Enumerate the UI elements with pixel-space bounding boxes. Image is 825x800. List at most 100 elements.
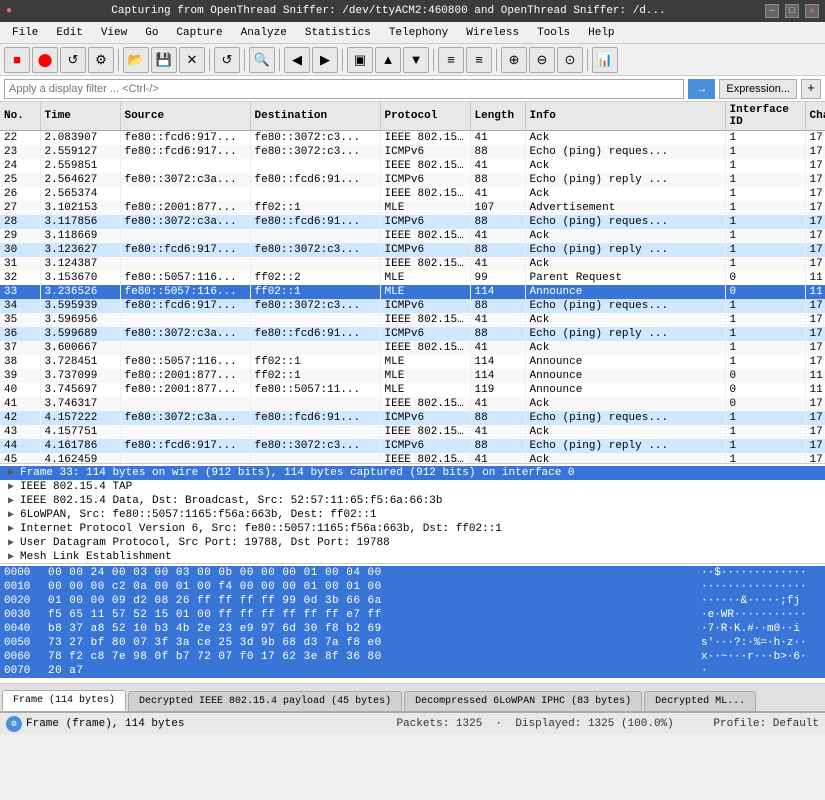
close-button[interactable]: ✕ [805, 4, 819, 18]
menu-item-capture[interactable]: Capture [168, 25, 230, 41]
options-button[interactable]: ⚙ [88, 47, 114, 73]
table-row[interactable]: 343.595939fe80::fcd6:917...fe80::3072:c3… [0, 299, 825, 313]
menu-item-go[interactable]: Go [137, 25, 166, 41]
table-row[interactable]: 353.596956IEEE 802.15.441Ack117 [0, 313, 825, 327]
table-row[interactable]: 383.728451fe80::5057:116...ff02::1MLE114… [0, 355, 825, 369]
bottom-tab-3[interactable]: Decrypted ML... [644, 691, 756, 711]
bottom-tab-0[interactable]: Frame (114 bytes) [2, 690, 126, 711]
table-row[interactable]: 333.236526fe80::5057:116...ff02::1MLE114… [0, 285, 825, 299]
detail-row[interactable]: ▶User Datagram Protocol, Src Port: 19788… [0, 536, 825, 550]
prev-marked-button[interactable]: ▲ [375, 47, 401, 73]
table-row[interactable]: 424.157222fe80::3072:c3a...fe80::fcd6:91… [0, 411, 825, 425]
col-header-len[interactable]: Length [470, 102, 525, 131]
hex-row[interactable]: 0040b8 37 a8 52 10 b3 4b 2e 23 e9 97 6d … [0, 622, 825, 636]
minimize-button[interactable]: ─ [765, 4, 779, 18]
table-row[interactable]: 393.737099fe80::2001:877...ff02::1MLE114… [0, 369, 825, 383]
start-capture-button[interactable]: ⬤ [32, 47, 58, 73]
table-row[interactable]: 413.746317IEEE 802.15.441Ack017 [0, 397, 825, 411]
table-row[interactable]: 222.083907fe80::fcd6:917...fe80::3072:c3… [0, 131, 825, 146]
table-cell-no-: 41 [0, 397, 40, 411]
bottom-tab-2[interactable]: Decompressed 6LoWPAN IPHC (83 bytes) [404, 691, 642, 711]
menu-item-view[interactable]: View [93, 25, 135, 41]
col-header-iface[interactable]: Interface ID [725, 102, 805, 131]
bottom-tab-1[interactable]: Decrypted IEEE 802.15.4 payload (45 byte… [128, 691, 402, 711]
table-cell-channel: 17 [805, 411, 825, 425]
reload-button[interactable]: ↺ [214, 47, 240, 73]
hex-row[interactable]: 002001 00 00 09 d2 08 26 ff ff ff ff 99 … [0, 594, 825, 608]
table-cell-destination: ff02::1 [250, 369, 380, 383]
table-row[interactable]: 232.559127fe80::fcd6:917...fe80::3072:c3… [0, 145, 825, 159]
col-header-info[interactable]: Info [525, 102, 725, 131]
table-row[interactable]: 313.124387IEEE 802.15.441Ack117 [0, 257, 825, 271]
go-back-button[interactable]: ◀ [284, 47, 310, 73]
find-packet-button[interactable]: 🔍 [249, 47, 275, 73]
apply-filter-button[interactable]: → [688, 79, 715, 99]
zoom-in-button[interactable]: ⊕ [501, 47, 527, 73]
menu-item-analyze[interactable]: Analyze [233, 25, 295, 41]
maximize-button[interactable]: □ [785, 4, 799, 18]
col-header-time[interactable]: Time [40, 102, 120, 131]
detail-row[interactable]: ▶6LoWPAN, Src: fe80::5057:1165:f56a:663b… [0, 508, 825, 522]
table-row[interactable]: 454.162459IEEE 802.15.441Ack117 [0, 453, 825, 464]
hex-row[interactable]: 006078 f2 c8 7e 98 0f b7 72 07 f0 17 62 … [0, 650, 825, 664]
add-filter-button[interactable]: + [801, 79, 821, 99]
table-row[interactable]: 403.745697fe80::2001:877...fe80::5057:11… [0, 383, 825, 397]
col-header-ch[interactable]: Channel [805, 102, 825, 131]
menu-item-edit[interactable]: Edit [48, 25, 90, 41]
table-row[interactable]: 293.118669IEEE 802.15.441Ack117 [0, 229, 825, 243]
detail-row[interactable]: ▶Frame 33: 114 bytes on wire (912 bits),… [0, 466, 825, 480]
col-header-no[interactable]: No. [0, 102, 40, 131]
display-filter-input[interactable] [4, 79, 684, 99]
restart-button[interactable]: ↺ [60, 47, 86, 73]
io-graph-button[interactable]: 📊 [592, 47, 618, 73]
save-file-button[interactable]: 💾 [151, 47, 177, 73]
table-row[interactable]: 434.157751IEEE 802.15.441Ack117 [0, 425, 825, 439]
stop-capture-button[interactable]: ■ [4, 47, 30, 73]
menu-item-wireless[interactable]: Wireless [458, 25, 527, 41]
table-row[interactable]: 363.599689fe80::3072:c3a...fe80::fcd6:91… [0, 327, 825, 341]
table-cell-length: 99 [470, 271, 525, 285]
detail-row[interactable]: ▶IEEE 802.15.4 TAP [0, 480, 825, 494]
menu-item-help[interactable]: Help [580, 25, 622, 41]
table-row[interactable]: 252.564627fe80::3072:c3a...fe80::fcd6:91… [0, 173, 825, 187]
table-cell-info: Echo (ping) reply ... [525, 173, 725, 187]
go-forward-button[interactable]: ▶ [312, 47, 338, 73]
menu-item-telephony[interactable]: Telephony [381, 25, 456, 41]
table-row[interactable]: 323.153670fe80::5057:116...ff02::2MLE99P… [0, 271, 825, 285]
hex-row[interactable]: 005073 27 bf 80 07 3f 3a ce 25 3d 9b 68 … [0, 636, 825, 650]
expand-all-button[interactable]: ≡ [438, 47, 464, 73]
status-right: Packets: 1325 · Displayed: 1325 (100.0%)… [396, 718, 819, 730]
table-row[interactable]: 303.123627fe80::fcd6:917...fe80::3072:c3… [0, 243, 825, 257]
col-header-dst[interactable]: Destination [250, 102, 380, 131]
detail-row[interactable]: ▶Mesh Link Establishment [0, 550, 825, 564]
expression-button[interactable]: Expression... [719, 79, 797, 99]
table-row[interactable]: 273.102153fe80::2001:877...ff02::1MLE107… [0, 201, 825, 215]
mark-packet-button[interactable]: ▣ [347, 47, 373, 73]
table-row[interactable]: 262.565374IEEE 802.15.441Ack117 [0, 187, 825, 201]
table-row[interactable]: 444.161786fe80::fcd6:917...fe80::3072:c3… [0, 439, 825, 453]
detail-row[interactable]: ▶Internet Protocol Version 6, Src: fe80:… [0, 522, 825, 536]
hex-row[interactable]: 000000 00 24 00 03 00 03 00 0b 00 00 00 … [0, 566, 825, 580]
hex-row[interactable]: 0030f5 65 11 57 52 15 01 00 ff ff ff ff … [0, 608, 825, 622]
menu-item-statistics[interactable]: Statistics [297, 25, 379, 41]
table-row[interactable]: 373.600667IEEE 802.15.441Ack117 [0, 341, 825, 355]
next-marked-button[interactable]: ▼ [403, 47, 429, 73]
zoom-out-button[interactable]: ⊖ [529, 47, 555, 73]
hex-offset: 0020 [4, 595, 40, 607]
detail-row[interactable]: ▶IEEE 802.15.4 Data, Dst: Broadcast, Src… [0, 494, 825, 508]
expand-icon: ▶ [8, 509, 14, 521]
zoom-reset-button[interactable]: ⊙ [557, 47, 583, 73]
col-header-proto[interactable]: Protocol [380, 102, 470, 131]
menu-item-tools[interactable]: Tools [529, 25, 578, 41]
close-capture-button[interactable]: ✕ [179, 47, 205, 73]
table-row[interactable]: 242.559851IEEE 802.15.441Ack117 [0, 159, 825, 173]
open-file-button[interactable]: 📂 [123, 47, 149, 73]
collapse-all-button[interactable]: ≡ [466, 47, 492, 73]
table-row[interactable]: 283.117856fe80::3072:c3a...fe80::fcd6:91… [0, 215, 825, 229]
hex-row[interactable]: 001000 00 00 c2 0a 00 01 00 f4 00 00 00 … [0, 580, 825, 594]
table-cell-info: Announce [525, 383, 725, 397]
table-cell-channel: 17 [805, 425, 825, 439]
col-header-src[interactable]: Source [120, 102, 250, 131]
hex-row[interactable]: 007020 a7 · [0, 664, 825, 678]
menu-item-file[interactable]: File [4, 25, 46, 41]
